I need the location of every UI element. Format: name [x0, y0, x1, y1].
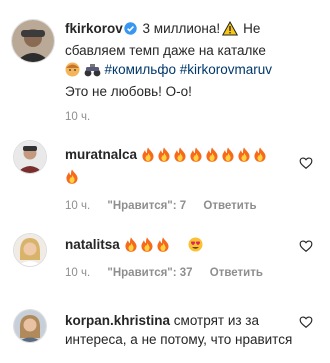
fire-emoji-row-icon [141, 147, 271, 167]
comment-likes[interactable]: "Нравится": 7 [107, 200, 186, 212]
comment-row: korpan.khristina смотрят из за интереса,… [0, 300, 330, 363]
caption-line4: Это не любовь! О-о! [65, 84, 192, 99]
comment-username[interactable]: korpan.khristina [65, 313, 170, 328]
comment-row: natalitsa 10 ч. "Нравится": 37 Ответить [0, 220, 330, 300]
caption-meta: 10 ч. [65, 111, 90, 123]
comment-likes[interactable]: "Нравится": 37 [107, 267, 192, 279]
warning-sign-icon [222, 20, 239, 41]
reply-button[interactable]: Ответить [203, 200, 256, 212]
verified-badge-icon [124, 21, 137, 40]
caption-text: fkirkorov 3 миллиона! Не сбавляем темп да… [65, 19, 315, 101]
caption-line2: сбавляем темп даже на каталке [65, 43, 266, 58]
commenter-avatar[interactable] [14, 234, 46, 266]
author-avatar[interactable] [12, 20, 54, 62]
comment-time: 10 ч. [65, 200, 91, 212]
comment-username[interactable]: natalitsa [65, 237, 120, 252]
comment-text: natalitsa [65, 235, 295, 257]
caption-hashtags[interactable]: #комильфо #kirkorovmaruv [105, 62, 272, 77]
commenter-avatar[interactable] [14, 141, 46, 173]
like-heart-icon[interactable] [299, 239, 313, 253]
comment-text: muratnalca [65, 145, 295, 189]
comment-text: korpan.khristina смотрят из за интереса,… [65, 311, 305, 349]
person-emoji-icon [65, 62, 80, 82]
reply-button[interactable]: Ответить [210, 267, 263, 279]
caption-line1-rest: Не [243, 21, 261, 36]
caption-line1: 3 миллиона! [142, 21, 221, 36]
atv-vehicle-emoji-icon [84, 62, 101, 82]
caption-time: 10 ч. [65, 111, 91, 123]
comment-row: muratnalca 10 ч. "Нравится": 7 Ответить [0, 135, 330, 220]
comment-time: 10 ч. [65, 267, 91, 279]
heart-eyes-emoji-icon [188, 237, 203, 257]
commenter-avatar[interactable] [14, 310, 46, 342]
comment-meta: 10 ч. "Нравится": 37 Ответить [65, 267, 263, 279]
caption-username[interactable]: fkirkorov [65, 21, 123, 36]
caption: fkirkorov 3 миллиона! Не сбавляем темп да… [0, 0, 330, 135]
comment-meta: 10 ч. "Нравится": 7 Ответить [65, 200, 257, 212]
like-heart-icon[interactable] [299, 156, 313, 170]
comment-username[interactable]: muratnalca [65, 147, 137, 162]
fire-emoji-icon [65, 169, 80, 189]
fire-emoji-row-icon [124, 237, 188, 257]
like-heart-icon[interactable] [299, 315, 313, 329]
